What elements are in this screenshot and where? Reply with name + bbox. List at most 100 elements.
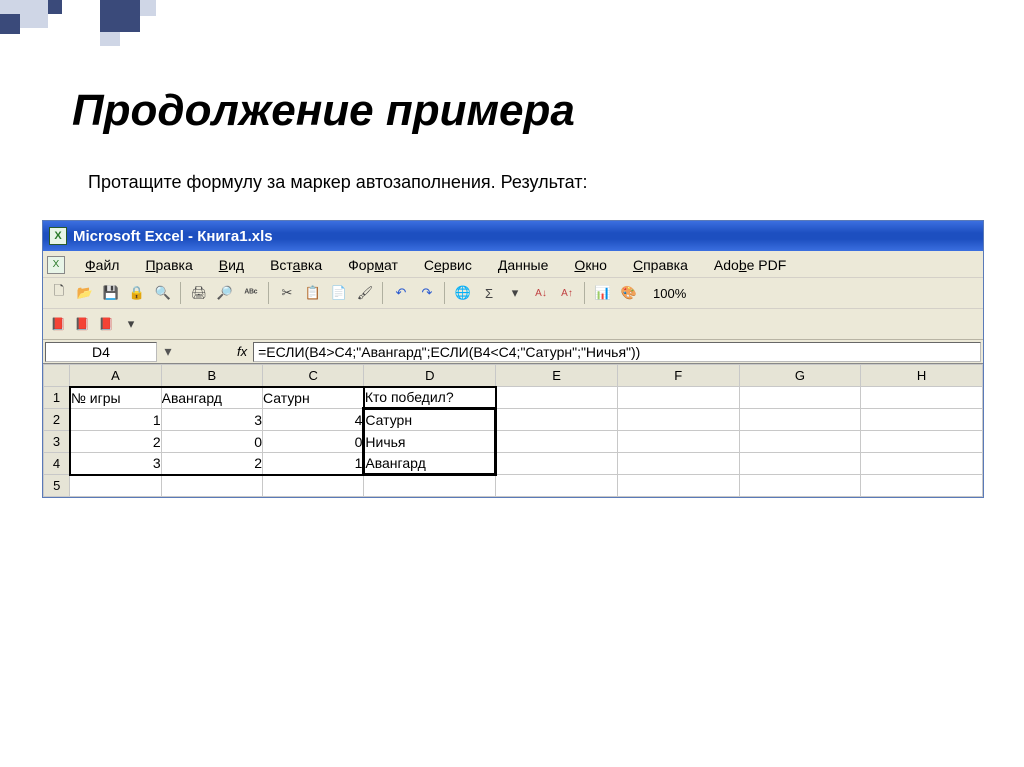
cell-d5[interactable] (364, 475, 496, 497)
cell-b3[interactable]: 0 (161, 431, 262, 453)
cell-b1[interactable]: Авангард (161, 387, 262, 409)
cell-e4[interactable] (496, 453, 618, 475)
col-header-d[interactable]: D (364, 365, 496, 387)
drawing-icon[interactable]: 🎨 (617, 281, 641, 305)
cell-e2[interactable] (496, 409, 618, 431)
cell-d1[interactable]: Кто победил? (364, 387, 496, 409)
cell-a3[interactable]: 2 (70, 431, 161, 453)
toolbar-options-icon[interactable]: ▾ (119, 312, 143, 336)
row-header-2[interactable]: 2 (44, 409, 70, 431)
excel-small-icon: X (47, 256, 65, 274)
cell-f1[interactable] (617, 387, 739, 409)
row-header-1[interactable]: 1 (44, 387, 70, 409)
select-all-corner[interactable] (44, 365, 70, 387)
cell-b2[interactable]: 3 (161, 409, 262, 431)
format-painter-icon[interactable]: 🖌 (353, 281, 377, 305)
col-header-a[interactable]: A (70, 365, 161, 387)
cell-e5[interactable] (496, 475, 618, 497)
name-box[interactable]: D4 (45, 342, 157, 362)
cell-g1[interactable] (739, 387, 861, 409)
permissions-icon[interactable]: 🔒 (125, 281, 149, 305)
sort-asc-icon[interactable]: A↓ (529, 281, 553, 305)
menu-edit[interactable]: Правка (133, 255, 204, 275)
cell-d4[interactable]: Авангард (364, 453, 496, 475)
col-header-g[interactable]: G (739, 365, 861, 387)
chart-icon[interactable]: 📊 (591, 281, 615, 305)
spreadsheet-grid[interactable]: A B C D E F G H 1 № игры Авангард Сатурн… (43, 364, 983, 497)
cell-g4[interactable] (739, 453, 861, 475)
spell-icon[interactable]: ᴬᴮᶜ (239, 281, 263, 305)
paste-icon[interactable]: 📄 (327, 281, 351, 305)
fx-label[interactable]: fx (237, 344, 247, 359)
search-icon[interactable]: 🔍 (151, 281, 175, 305)
open-icon[interactable]: 📂 (73, 281, 97, 305)
cut-icon[interactable]: ✂ (275, 281, 299, 305)
cell-c5[interactable] (263, 475, 364, 497)
col-header-b[interactable]: B (161, 365, 262, 387)
menu-help[interactable]: Справка (621, 255, 700, 275)
window-titlebar[interactable]: X Microsoft Excel - Книга1.xls (43, 221, 983, 251)
menu-insert[interactable]: Вставка (258, 255, 334, 275)
col-header-h[interactable]: H (861, 365, 983, 387)
name-box-dropdown-icon[interactable]: ▾ (159, 343, 177, 360)
cell-a5[interactable] (70, 475, 161, 497)
cell-f3[interactable] (617, 431, 739, 453)
cell-c1[interactable]: Сатурн (263, 387, 364, 409)
col-header-c[interactable]: C (263, 365, 364, 387)
menu-window[interactable]: Окно (562, 255, 619, 275)
row-header-4[interactable]: 4 (44, 453, 70, 475)
cell-c2[interactable]: 4 (263, 409, 364, 431)
cell-e3[interactable] (496, 431, 618, 453)
row-header-3[interactable]: 3 (44, 431, 70, 453)
menu-view[interactable]: Вид (207, 255, 256, 275)
col-header-f[interactable]: F (617, 365, 739, 387)
cell-d3[interactable]: Ничья (364, 431, 496, 453)
cell-g5[interactable] (739, 475, 861, 497)
cell-h4[interactable] (861, 453, 983, 475)
cell-e1[interactable] (496, 387, 618, 409)
cell-c3[interactable]: 0 (263, 431, 364, 453)
cell-a4[interactable]: 3 (70, 453, 161, 475)
pdf-convert-icon[interactable]: 📕 (47, 313, 69, 335)
copy-icon[interactable]: 📋 (301, 281, 325, 305)
cell-b5[interactable] (161, 475, 262, 497)
menu-adobe[interactable]: Adobe PDF (702, 255, 798, 275)
undo-icon[interactable]: ↶ (389, 281, 413, 305)
print-preview-icon[interactable]: 🔎 (213, 281, 237, 305)
slide-decoration (0, 0, 180, 50)
menu-data[interactable]: Данные (486, 255, 561, 275)
print-icon[interactable]: 🖨 (187, 281, 211, 305)
row-header-5[interactable]: 5 (44, 475, 70, 497)
cell-f2[interactable] (617, 409, 739, 431)
menu-service[interactable]: Сервис (412, 255, 484, 275)
cell-b4[interactable]: 2 (161, 453, 262, 475)
slide-subtitle: Протащите формулу за маркер автозаполнен… (88, 172, 588, 193)
redo-icon[interactable]: ↷ (415, 281, 439, 305)
cell-h3[interactable] (861, 431, 983, 453)
autosum-icon[interactable]: Σ (477, 281, 501, 305)
cell-c4[interactable]: 1 (263, 453, 364, 475)
cell-h1[interactable] (861, 387, 983, 409)
new-icon[interactable]: 🗋 (47, 281, 71, 305)
cell-f5[interactable] (617, 475, 739, 497)
cell-d2[interactable]: Сатурн (364, 409, 496, 431)
hyperlink-icon[interactable]: 🌐 (451, 281, 475, 305)
formula-input[interactable]: =ЕСЛИ(B4>C4;"Авангард";ЕСЛИ(B4<C4;"Сатур… (253, 342, 981, 362)
pdf-email-icon[interactable]: 📕 (71, 313, 93, 335)
cell-h2[interactable] (861, 409, 983, 431)
menu-file[interactable]: ФФайлайл (73, 255, 131, 275)
cell-g2[interactable] (739, 409, 861, 431)
cell-a1[interactable]: № игры (70, 387, 161, 409)
dropdown-icon[interactable]: ▾ (503, 281, 527, 305)
cell-g3[interactable] (739, 431, 861, 453)
col-header-e[interactable]: E (496, 365, 618, 387)
save-icon[interactable]: 💾 (99, 281, 123, 305)
cell-f4[interactable] (617, 453, 739, 475)
excel-app-icon: X (49, 227, 67, 245)
sort-desc-icon[interactable]: A↑ (555, 281, 579, 305)
menu-format[interactable]: Формат (336, 255, 410, 275)
zoom-box[interactable]: 100% (647, 284, 692, 303)
pdf-review-icon[interactable]: 📕 (95, 313, 117, 335)
cell-h5[interactable] (861, 475, 983, 497)
cell-a2[interactable]: 1 (70, 409, 161, 431)
